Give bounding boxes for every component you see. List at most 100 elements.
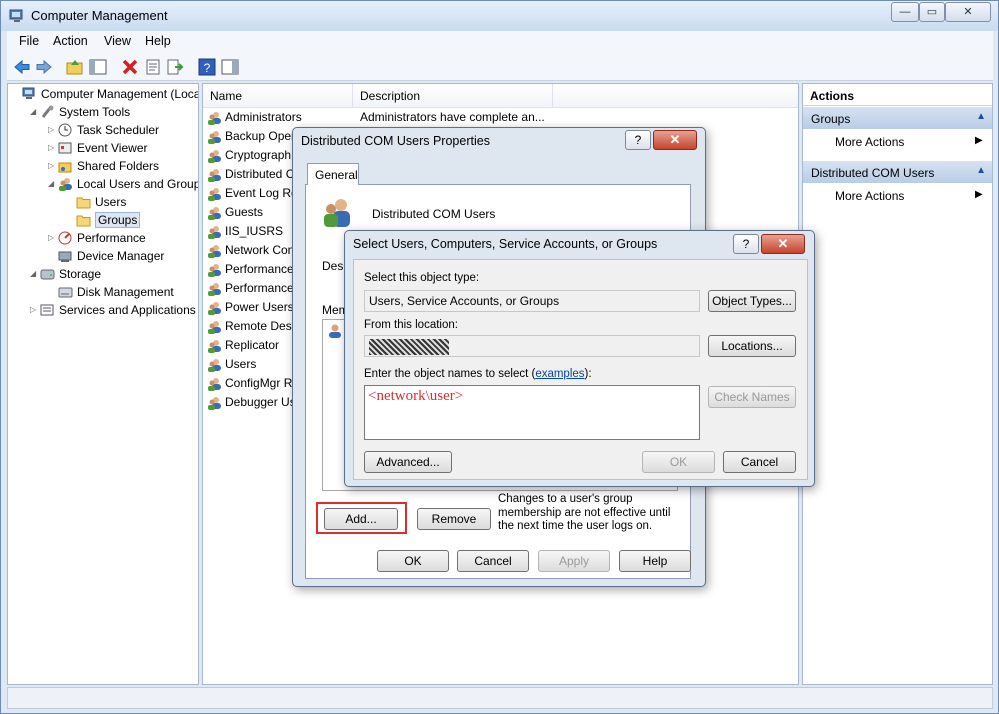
- tab-general[interactable]: General: [307, 163, 359, 185]
- show-hide-tree-icon[interactable]: [89, 58, 107, 76]
- help-question-button[interactable]: ?: [733, 234, 759, 254]
- cancel-button[interactable]: Cancel: [457, 550, 529, 572]
- select-users-dialog: Select Users, Computers, Service Account…: [344, 230, 815, 487]
- event-viewer-icon: [58, 141, 73, 155]
- collapsed-arrow-icon[interactable]: ▷: [48, 143, 58, 152]
- minimize-button[interactable]: —: [891, 2, 919, 22]
- tree-node-label: Disk Management: [77, 284, 174, 299]
- add-member-button[interactable]: Add...: [324, 508, 398, 530]
- tree-node[interactable]: Disk Management: [48, 284, 174, 302]
- help-icon[interactable]: ?: [198, 58, 216, 76]
- folder-icon: [76, 213, 91, 227]
- menu-view[interactable]: View: [104, 34, 131, 48]
- collapsed-arrow-icon[interactable]: ▷: [48, 125, 58, 134]
- performance-icon: [58, 231, 73, 245]
- remove-member-button[interactable]: Remove: [417, 508, 491, 530]
- group-name: ConfigMgr R: [225, 376, 293, 390]
- dialog-title: Distributed COM Users Properties: [301, 134, 490, 148]
- help-button[interactable]: Help: [619, 550, 691, 572]
- more-actions-dcom-users[interactable]: More Actions: [835, 189, 904, 203]
- tree-node[interactable]: ▷ Shared Folders: [48, 158, 159, 176]
- expanded-arrow-icon[interactable]: ◢: [30, 269, 40, 278]
- maximize-button[interactable]: ▭: [919, 2, 945, 22]
- actions-group-dcom-users[interactable]: Distributed COM Users ▲: [803, 161, 992, 183]
- toolbar: ?: [7, 53, 993, 81]
- menu-action[interactable]: Action: [53, 34, 88, 48]
- column-header-name[interactable]: Name: [203, 84, 353, 108]
- tree-node[interactable]: ◢ Local Users and Groups: [48, 176, 198, 194]
- group-icon: [207, 149, 223, 163]
- tree-node[interactable]: ▷ Event Viewer: [48, 140, 147, 158]
- ok-button[interactable]: OK: [642, 451, 715, 473]
- dialog-close-button[interactable]: ✕: [761, 234, 805, 254]
- tree-node[interactable]: ▷ Task Scheduler: [48, 122, 159, 140]
- names-label-text-end: ):: [584, 368, 592, 380]
- tree-node-label: Storage: [59, 266, 102, 281]
- column-header-description[interactable]: Description: [353, 84, 553, 108]
- storage-icon: [40, 267, 55, 281]
- group-icon: [207, 111, 223, 125]
- locations-button[interactable]: Locations...: [708, 335, 796, 357]
- expanded-arrow-icon[interactable]: ◢: [48, 179, 58, 188]
- collapsed-arrow-icon[interactable]: ▷: [48, 233, 58, 242]
- expanded-arrow-icon[interactable]: ◢: [30, 107, 40, 116]
- object-type-label: Select this object type:: [364, 272, 480, 284]
- svg-text:?: ?: [204, 61, 211, 75]
- properties-icon[interactable]: [144, 58, 162, 76]
- actions-group-groups[interactable]: Groups ▲: [803, 107, 992, 129]
- object-type-field: Users, Service Accounts, or Groups: [364, 290, 700, 312]
- group-name: Cryptograph: [225, 148, 292, 162]
- tree-node[interactable]: ◢ System Tools: [30, 104, 130, 122]
- apply-button[interactable]: Apply: [538, 550, 610, 572]
- tree-node[interactable]: Computer Management (Local: [12, 86, 198, 104]
- dialog-close-button[interactable]: ✕: [653, 130, 697, 150]
- menu-file[interactable]: File: [19, 34, 39, 48]
- group-name-label: Distributed COM Users: [372, 207, 496, 221]
- tree-node-label: Event Viewer: [77, 140, 148, 155]
- console-tree: Computer Management (Local ◢ System Tools ▷…: [7, 83, 199, 685]
- show-hide-action-pane-icon[interactable]: [221, 58, 239, 76]
- menu-help[interactable]: Help: [145, 34, 171, 48]
- object-types-button[interactable]: Object Types...: [708, 290, 796, 312]
- tree-node[interactable]: ▷ Services and Applications: [30, 302, 196, 320]
- collapsed-arrow-icon[interactable]: ▷: [48, 161, 58, 170]
- help-question-button[interactable]: ?: [625, 130, 651, 150]
- names-label-text: Enter the object names to select (: [364, 368, 536, 380]
- group-icon: [207, 187, 223, 201]
- tree-node[interactable]: ▷ Performance: [48, 230, 146, 248]
- collapse-up-icon[interactable]: ▲: [976, 165, 986, 176]
- back-arrow-icon[interactable]: [13, 58, 31, 76]
- collapsed-arrow-icon[interactable]: ▷: [30, 305, 40, 314]
- group-name: Performance: [225, 262, 294, 276]
- examples-link[interactable]: examples: [535, 368, 584, 380]
- ok-button[interactable]: OK: [377, 550, 449, 572]
- actions-header: Actions: [803, 84, 992, 106]
- up-folder-icon[interactable]: [66, 58, 84, 76]
- tree-node[interactable]: ◢ Storage: [30, 266, 101, 284]
- tools-icon: [40, 105, 55, 119]
- tree-node[interactable]: Groups: [66, 211, 141, 230]
- group-icon: [207, 130, 223, 144]
- tree-node[interactable]: Users: [66, 194, 126, 212]
- object-names-input[interactable]: <network\user>: [364, 385, 700, 440]
- group-icon: [207, 377, 223, 391]
- menu-bar: File Action View Help: [7, 31, 993, 53]
- collapse-up-icon[interactable]: ▲: [976, 111, 986, 122]
- cancel-button[interactable]: Cancel: [723, 451, 796, 473]
- group-icon: [207, 301, 223, 315]
- group-name: Guests: [225, 205, 264, 219]
- delete-icon[interactable]: [121, 58, 139, 76]
- group-name: Administrators: [225, 110, 302, 124]
- close-button[interactable]: ✕: [945, 2, 991, 22]
- tree-node-label: Performance: [77, 230, 146, 245]
- user-icon: [329, 324, 341, 338]
- check-names-button[interactable]: Check Names: [708, 386, 796, 408]
- title-bar: Computer Management — ▭ ✕: [1, 1, 998, 31]
- advanced-button[interactable]: Advanced...: [364, 451, 452, 473]
- device-manager-icon: [58, 249, 73, 263]
- group-name: Power Users: [225, 300, 294, 314]
- more-actions-groups[interactable]: More Actions: [835, 135, 904, 149]
- export-list-icon[interactable]: [166, 58, 184, 76]
- tree-node[interactable]: Device Manager: [48, 248, 164, 266]
- forward-arrow-icon[interactable]: [35, 58, 53, 76]
